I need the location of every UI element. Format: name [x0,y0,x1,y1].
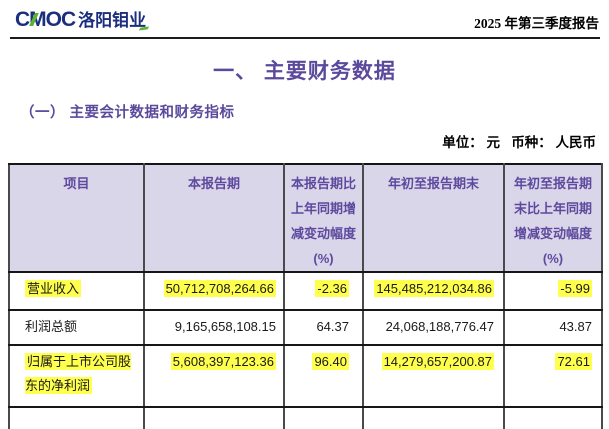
cell-ytd: 24,068,188,776.47 [363,310,504,345]
logo-latin-text: CMOC [15,8,75,32]
report-period-title: 2025 年第三季度报告 [474,12,599,32]
highlighted-value: 归属于上市公司股东的净利润 [25,353,131,394]
highlighted-value: 72.61 [555,353,592,370]
highlighted-value: 5,608,397,123.36 [171,353,276,370]
cell-item: 归属于上市公司股东的净利润 [9,345,144,407]
highlighted-value: 50,712,708,264.66 [164,280,276,297]
table-row-clipped [9,407,602,429]
logo-cjk-label: 洛阳钼业 [78,11,146,30]
unit-currency-note: 单位： 元 币种： 人民币 [442,131,596,151]
logo-cjk-text: 洛阳钼业 [78,6,146,31]
financial-data-table: 项目 本报告期 本报告期比上年同期增减变动幅度(%) 年初至报告期末 年初至报告… [8,163,603,429]
highlighted-value: 145,485,212,034.86 [374,280,494,297]
column-header-current-change: 本报告期比上年同期增减变动幅度(%) [284,164,363,272]
cell-ytd-change: -5.99 [504,272,602,310]
subsection-title: （一） 主要会计数据和财务指标 [20,101,235,122]
cell-current-change: -2.36 [284,272,363,310]
cell-item: 营业收入 [9,272,144,310]
table-header-row: 项目 本报告期 本报告期比上年同期增减变动幅度(%) 年初至报告期末 年初至报告… [9,164,602,272]
column-header-current-period: 本报告期 [144,164,284,272]
cell-ytd: 14,279,657,200.87 [363,345,504,407]
highlighted-value: -5.99 [558,280,592,297]
cell-ytd-change: 72.61 [504,345,602,407]
cell-current-period: 9,165,658,108.15 [144,310,284,345]
page-title: 一、 主要财务数据 [0,55,609,85]
highlighted-value: -2.36 [315,280,349,297]
column-header-ytd-change: 年初至报告期末比上年同期增减变动幅度(%) [504,164,602,272]
table-row-net-profit: 归属于上市公司股东的净利润 5,608,397,123.36 96.40 14,… [9,345,602,407]
cell-ytd: 145,485,212,034.86 [363,272,504,310]
column-header-item: 项目 [9,164,144,272]
cell-item: 利润总额 [9,310,144,345]
cell-current-period: 5,608,397,123.36 [144,345,284,407]
company-logo: CMOC 洛阳钼业 [15,6,146,32]
table-row-total-profit: 利润总额 9,165,658,108.15 64.37 24,068,188,7… [9,310,602,345]
cell-current-change: 64.37 [284,310,363,345]
cell-current-change: 96.40 [284,345,363,407]
highlighted-value: 96.40 [312,353,349,370]
column-header-ytd: 年初至报告期末 [363,164,504,272]
table-row-revenue: 营业收入 50,712,708,264.66 -2.36 145,485,212… [9,272,602,310]
logo-latin-label: CMOC [15,8,75,31]
report-page: CMOC 洛阳钼业 2025 年第三季度报告 一、 主要财务数据 （一） 主要会… [0,0,609,413]
header-divider [10,37,600,39]
highlighted-value: 营业收入 [25,280,81,297]
cell-current-period: 50,712,708,264.66 [144,272,284,310]
cell-ytd-change: 43.87 [504,310,602,345]
highlighted-value: 14,279,657,200.87 [382,353,494,370]
